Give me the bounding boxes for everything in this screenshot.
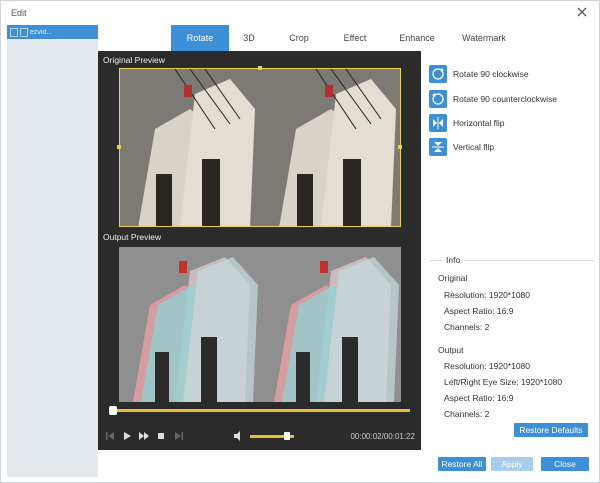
- rotate-counterclockwise-option[interactable]: Rotate 90 counterclockwise: [429, 89, 557, 109]
- crop-handle[interactable]: [398, 145, 402, 149]
- output-heading: Output: [438, 345, 464, 355]
- rotate-options-panel: Rotate 90 clockwise Rotate 90 counterclo…: [421, 51, 599, 450]
- video-thumbnail-icon: [10, 27, 18, 37]
- vertical-flip-icon: [429, 138, 447, 156]
- original-preview-image: [120, 69, 400, 226]
- bottom-bar: Restore All Apply Close: [98, 450, 599, 477]
- vertical-flip-option[interactable]: Vertical flip: [429, 137, 494, 157]
- tab-3d[interactable]: 3D: [229, 25, 269, 51]
- output-preview: [119, 247, 401, 402]
- restore-all-button[interactable]: Restore All: [438, 457, 486, 471]
- apply-button[interactable]: Apply: [491, 457, 533, 471]
- restore-defaults-button[interactable]: Restore Defaults: [514, 423, 588, 437]
- volume-icon[interactable]: [232, 430, 244, 442]
- output-eye-size: Left/Right Eye Size: 1920*1080: [444, 377, 563, 387]
- window-title: Edit: [11, 8, 27, 18]
- rotate-counterclockwise-icon: [429, 90, 447, 108]
- info-title: Info: [443, 255, 464, 265]
- fast-forward-icon[interactable]: [138, 430, 150, 442]
- horizontal-flip-icon: [429, 114, 447, 132]
- close-button[interactable]: Close: [541, 457, 589, 471]
- volume-knob[interactable]: [284, 432, 291, 440]
- crop-handle[interactable]: [258, 66, 262, 70]
- skip-forward-icon[interactable]: [173, 430, 185, 442]
- skip-back-icon[interactable]: [104, 430, 116, 442]
- tab-rotate[interactable]: Rotate: [171, 25, 229, 51]
- rotate-counterclockwise-label: Rotate 90 counterclockwise: [453, 94, 557, 104]
- timeline-knob[interactable]: [109, 406, 117, 415]
- file-name: ezvid...: [30, 28, 53, 36]
- close-icon[interactable]: [575, 5, 589, 19]
- player-controls: 00:00:02/00:01:22: [98, 423, 421, 450]
- horizontal-flip-option[interactable]: Horizontal flip: [429, 113, 505, 133]
- original-aspect-ratio: Aspect Ratio: 16:9: [444, 306, 514, 316]
- output-aspect-ratio: Aspect Ratio: 16:9: [444, 393, 514, 403]
- title-bar: Edit: [1, 1, 599, 25]
- output-resolution: Resolution: 1920*1080: [444, 361, 531, 371]
- tab-crop[interactable]: Crop: [279, 25, 319, 51]
- output-channels: Channels: 2: [444, 409, 490, 419]
- stop-icon[interactable]: [155, 430, 167, 442]
- original-resolution: Resolution: 1920*1080: [444, 290, 531, 300]
- playback-timeline[interactable]: [109, 406, 410, 415]
- original-preview-label: Original Preview: [103, 55, 165, 65]
- original-channels: Channels: 2: [444, 322, 490, 332]
- original-heading: Original: [438, 273, 468, 283]
- preview-panel: Original Preview Output Preview 00:00:02…: [98, 51, 421, 450]
- file-list-sidebar: ezvid...: [7, 25, 98, 477]
- file-list-item[interactable]: ezvid...: [7, 25, 98, 39]
- playback-time: 00:00:02/00:01:22: [350, 432, 415, 441]
- rotate-clockwise-icon: [429, 65, 447, 83]
- tab-enhance[interactable]: Enhance: [390, 25, 444, 51]
- rotate-clockwise-label: Rotate 90 clockwise: [453, 69, 529, 79]
- output-preview-label: Output Preview: [103, 232, 162, 242]
- crop-handle[interactable]: [117, 145, 121, 149]
- output-preview-image: [119, 247, 401, 402]
- info-box: Info Original Resolution: 1920*1080 Aspe…: [429, 255, 595, 419]
- play-icon[interactable]: [121, 430, 133, 442]
- edit-window: Edit ezvid... Rotate 3D Crop Effect Enha…: [0, 0, 600, 483]
- horizontal-flip-label: Horizontal flip: [453, 118, 505, 128]
- tab-watermark[interactable]: Watermark: [454, 25, 514, 51]
- tab-effect[interactable]: Effect: [332, 25, 378, 51]
- vertical-flip-label: Vertical flip: [453, 142, 495, 152]
- original-preview[interactable]: [119, 68, 401, 227]
- video-thumbnail-icon: [20, 27, 28, 37]
- rotate-clockwise-option[interactable]: Rotate 90 clockwise: [429, 64, 529, 84]
- edit-tabs: Rotate 3D Crop Effect Enhance Watermark: [98, 25, 599, 51]
